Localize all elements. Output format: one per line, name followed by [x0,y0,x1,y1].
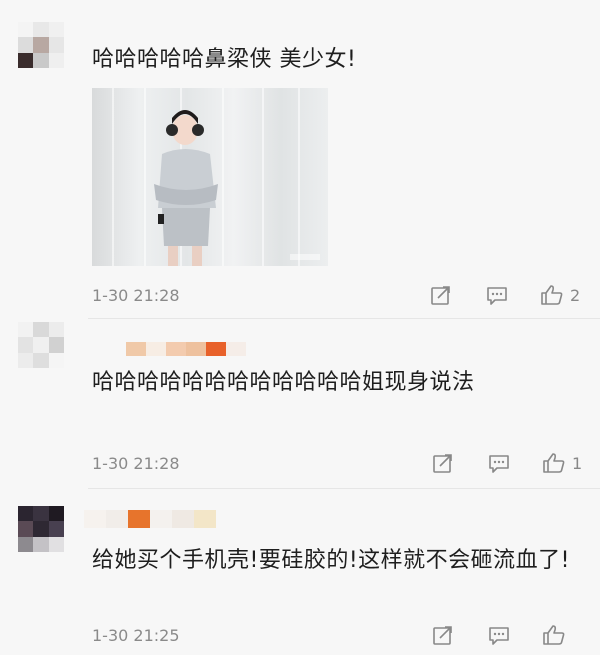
forward-button[interactable] [432,624,454,646]
comment-icon [489,627,509,645]
comment-item: 哈哈哈哈哈鼻梁侠 美少女! 1-30 21:28 2 [0,0,600,318]
avatar[interactable] [18,506,64,552]
comment-time: 1-30 21:28 [92,286,180,305]
share-icon [433,454,452,473]
username-blurred [126,342,246,356]
comment-icon [487,287,507,305]
comment-text: 给她买个手机壳!要硅胶的!这样就不会砸流血了! [92,548,570,573]
comment-image[interactable] [92,88,328,266]
forward-button[interactable] [432,452,454,474]
thumbs-up-icon [543,453,565,473]
watermark [290,254,320,260]
like-button[interactable]: 2 [540,283,580,307]
like-button[interactable] [542,623,572,647]
thumbs-up-icon [543,625,565,645]
comment-time: 1-30 21:28 [92,454,180,473]
avatar[interactable] [18,322,64,368]
thumbs-up-icon [541,285,563,305]
comment-item: 给她买个手机壳!要硅胶的!这样就不会砸流血了! 1-30 21:25 [0,488,600,655]
comment-time: 1-30 21:25 [92,626,180,645]
username-blurred [84,510,216,528]
like-button[interactable]: 1 [542,451,582,475]
comment-text: 哈哈哈哈哈哈哈哈哈哈哈哈姐现身说法 [92,370,475,395]
forward-button[interactable] [430,284,452,306]
avatar[interactable] [18,22,64,68]
share-icon [431,286,450,305]
comment-icon [489,455,509,473]
share-icon [433,626,452,645]
like-count: 2 [570,285,581,305]
reply-button[interactable] [488,624,510,646]
like-count: 1 [572,453,583,473]
comment-item: 哈哈哈哈哈哈哈哈哈哈哈哈姐现身说法 1-30 21:28 1 [0,318,600,488]
reply-button[interactable] [486,284,508,306]
comment-text: 哈哈哈哈哈鼻梁侠 美少女! [92,47,357,72]
reply-button[interactable] [488,452,510,474]
person-figure [154,110,218,266]
